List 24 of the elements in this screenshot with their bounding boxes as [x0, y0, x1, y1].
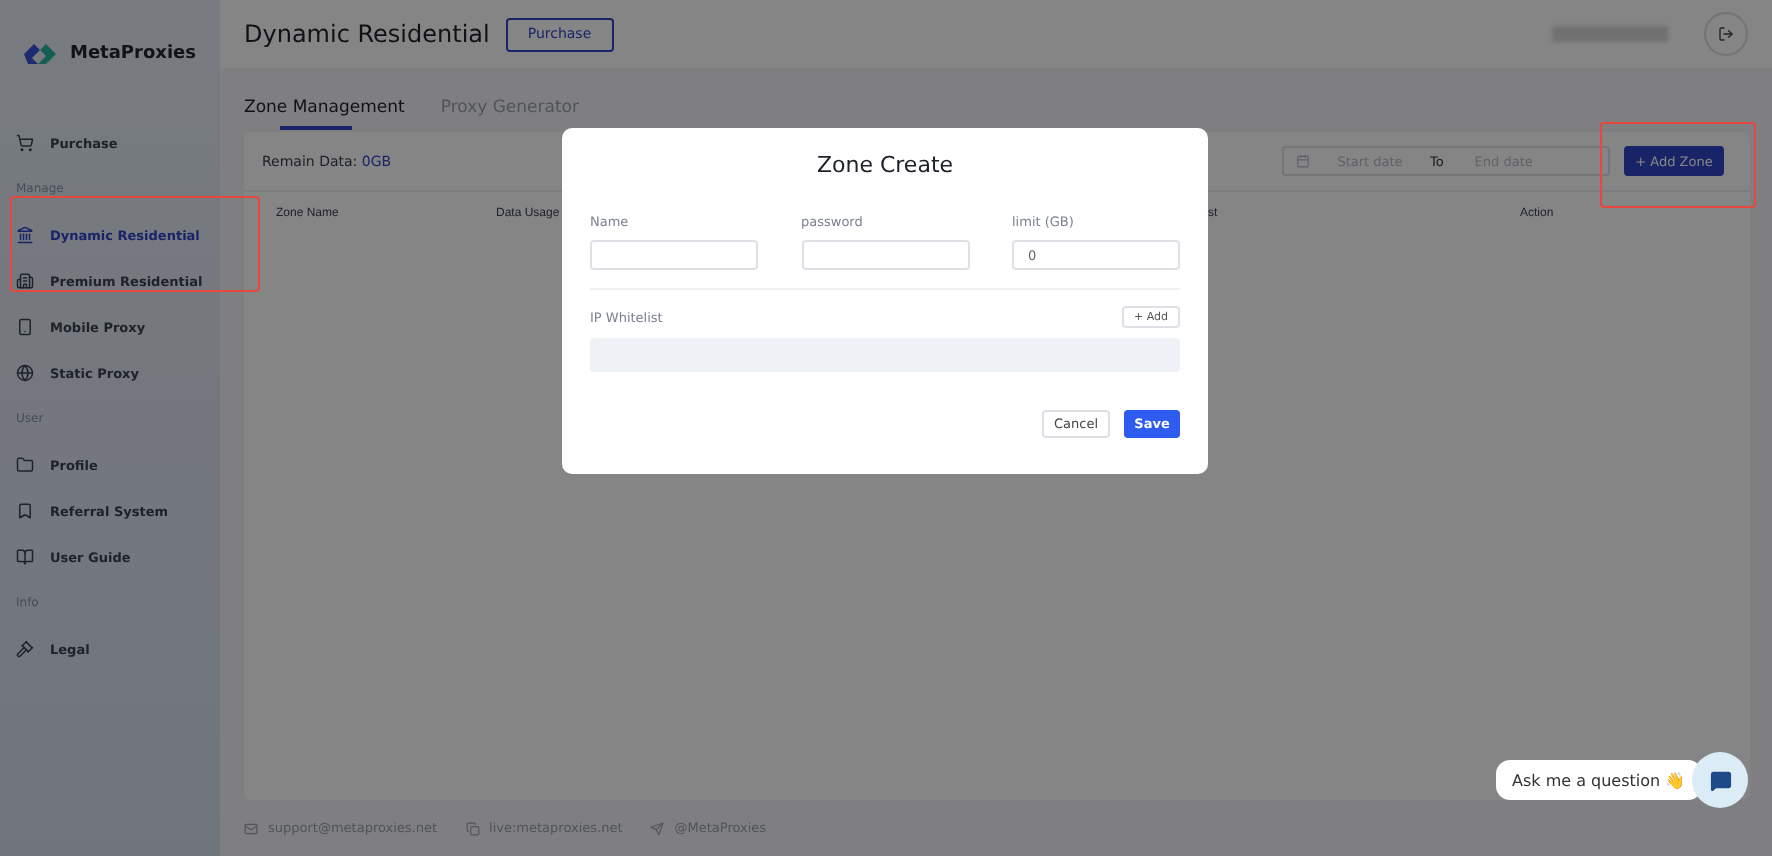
mail-icon [244, 821, 258, 835]
logout-icon [1718, 26, 1734, 42]
book-icon [16, 548, 34, 566]
bookmark-icon [16, 502, 34, 520]
dialog-title: Zone Create [814, 152, 956, 178]
chat-icon [1709, 769, 1731, 791]
globe-icon [16, 364, 34, 382]
gavel-icon [16, 640, 34, 658]
brand-name: MetaProxies [70, 44, 197, 64]
input-field[interactable] [590, 240, 758, 270]
page-title: Dynamic Residential [244, 20, 490, 48]
calendar-icon [1296, 154, 1310, 168]
send-icon [650, 821, 665, 835]
logo-icon [22, 40, 58, 68]
bank-icon [16, 226, 34, 244]
cart-icon [16, 134, 34, 152]
chat-prompt[interactable]: Ask me a question 👋 [1496, 760, 1702, 800]
copy-icon [465, 821, 480, 835]
logout-button[interactable] [1704, 12, 1748, 56]
folder-icon [16, 456, 34, 474]
building-icon [16, 272, 34, 290]
tab[interactable]: Zone Management [244, 84, 405, 130]
input-field[interactable] [801, 240, 969, 270]
phone-icon [16, 318, 34, 336]
